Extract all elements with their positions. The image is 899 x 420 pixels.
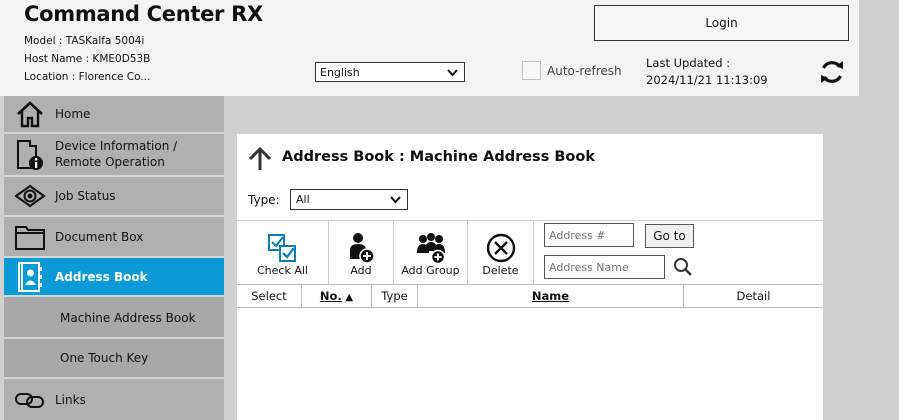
model-info: Model : TASKalfa 5004i: [24, 35, 145, 47]
header: Command Center RX Model : TASKalfa 5004i…: [0, 0, 859, 96]
language-select-value: English: [320, 65, 360, 79]
type-select[interactable]: All: [290, 189, 408, 210]
sidebar-item-label-line1: Device Information /: [55, 139, 178, 153]
delete-button[interactable]: Delete: [468, 221, 534, 285]
column-header-label: Name: [531, 289, 570, 303]
last-updated-label: Last Updated :: [646, 56, 731, 70]
sidebar-item-label: Machine Address Book: [60, 311, 196, 325]
add-group-button[interactable]: Add Group: [394, 221, 468, 285]
add-label: Add: [350, 264, 372, 277]
table-header: Select No. ▲ Type Name Detail: [237, 284, 823, 308]
check-all-icon: [267, 234, 296, 262]
chevron-down-icon: [447, 69, 458, 77]
column-header-type: Type: [372, 285, 418, 307]
auto-refresh-toggle[interactable]: Auto-refresh: [522, 61, 622, 80]
check-all-label: Check All: [257, 264, 308, 277]
link-icon: [14, 384, 46, 416]
sidebar-item-label: Job Status: [55, 189, 116, 203]
sidebar-item-label: Links: [55, 392, 86, 407]
add-group-label: Add Group: [401, 264, 460, 277]
sidebar-item-address-book[interactable]: Address Book: [4, 258, 224, 297]
sidebar-item-label: Address Book: [55, 269, 148, 284]
sidebar-item-document-box[interactable]: Document Box: [4, 217, 224, 258]
sidebar-item-job-status[interactable]: Job Status: [4, 177, 224, 217]
column-header-label: Type: [381, 289, 408, 303]
address-book-icon: [14, 261, 46, 293]
add-group-icon: [416, 233, 445, 265]
chevron-down-icon: [390, 196, 401, 204]
language-select[interactable]: English: [315, 62, 465, 82]
login-button[interactable]: Login: [594, 5, 849, 41]
auto-refresh-checkbox[interactable]: [522, 61, 541, 80]
column-header-name[interactable]: Name: [418, 285, 684, 307]
column-header-detail: Detail: [684, 285, 823, 307]
sidebar-item-one-touch-key[interactable]: One Touch Key: [4, 339, 224, 379]
toolbar: Check All Add Add Group Delete Address #…: [237, 220, 823, 285]
delete-icon: [486, 233, 515, 263]
sidebar-item-machine-address-book[interactable]: Machine Address Book: [4, 297, 224, 339]
device-info-icon: [14, 139, 46, 171]
sidebar-item-label: One Touch Key: [60, 351, 149, 365]
address-number-input[interactable]: [544, 223, 634, 247]
search-icon[interactable]: [673, 257, 693, 277]
last-updated-value: 2024/11/21 11:13:09: [646, 73, 768, 87]
sidebar-item-label: Home: [55, 107, 91, 121]
host-name-info: Host Name : KME0D53B: [24, 53, 151, 65]
main-panel: Address Book : Machine Address Book Type…: [237, 134, 823, 420]
sort-ascending-icon: ▲: [345, 292, 354, 303]
add-person-icon: [350, 233, 375, 264]
address-name-input[interactable]: [544, 255, 665, 279]
auto-refresh-label: Auto-refresh: [547, 63, 622, 78]
type-select-value: All: [296, 193, 310, 206]
sidebar: Home Device Information / Remote Operati…: [4, 96, 224, 420]
column-header-label: No.: [319, 289, 342, 303]
sidebar-item-device-information[interactable]: Device Information / Remote Operation: [4, 134, 224, 177]
sidebar-item-links[interactable]: Links: [4, 379, 224, 420]
sidebar-item-label-line2: Remote Operation: [55, 155, 165, 169]
app-title: Command Center RX: [24, 2, 263, 26]
delete-label: Delete: [482, 264, 519, 277]
sidebar-item-label: Document Box: [55, 229, 144, 244]
add-button[interactable]: Add: [329, 221, 394, 285]
eye-icon: [14, 180, 46, 212]
refresh-icon[interactable]: [818, 58, 846, 86]
page-title: Address Book : Machine Address Book: [282, 149, 595, 165]
folder-icon: [14, 221, 46, 253]
check-all-button[interactable]: Check All: [237, 221, 329, 285]
type-label: Type:: [248, 193, 280, 207]
location-info: Location : Florence Co...: [24, 71, 151, 83]
sidebar-item-home[interactable]: Home: [4, 96, 224, 134]
sidebar-item-label: Device Information / Remote Operation: [55, 138, 177, 170]
column-header-label: Detail: [736, 289, 771, 303]
column-header-select: Select: [237, 285, 302, 307]
home-icon: [14, 98, 46, 130]
up-arrow-icon[interactable]: [247, 146, 273, 172]
column-header-label: Select: [251, 289, 287, 303]
column-header-number[interactable]: No. ▲: [302, 285, 372, 307]
go-to-button[interactable]: Go to: [645, 224, 694, 248]
